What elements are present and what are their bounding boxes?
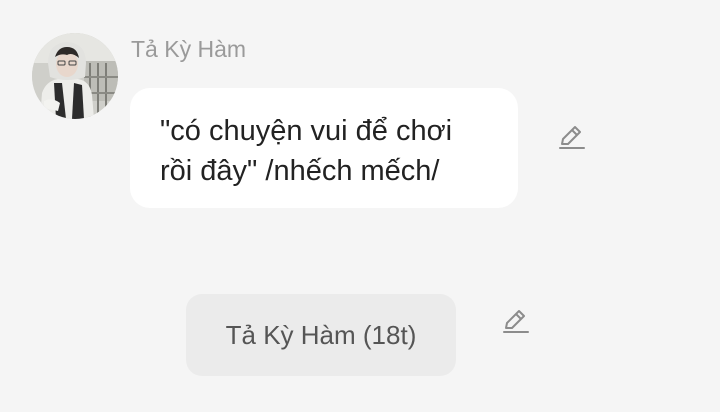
pencil-icon xyxy=(503,310,529,333)
chat-screen: Tả Kỳ Hàm "có chuyện vui để chơi rồi đây… xyxy=(0,0,720,412)
edit-message-button[interactable] xyxy=(554,120,588,154)
edit-name-button[interactable] xyxy=(498,304,532,338)
sender-name: Tả Kỳ Hàm xyxy=(131,36,247,62)
pencil-icon xyxy=(559,126,585,149)
name-chip[interactable]: Tả Kỳ Hàm (18t) xyxy=(186,294,456,376)
message-bubble[interactable]: "có chuyện vui để chơi rồi đây" /nhếch m… xyxy=(130,88,518,208)
avatar-photo-icon xyxy=(32,33,118,119)
name-chip-label: Tả Kỳ Hàm (18t) xyxy=(225,319,417,350)
message-text: "có chuyện vui để chơi rồi đây" /nhếch m… xyxy=(160,115,453,187)
avatar[interactable] xyxy=(32,33,118,119)
